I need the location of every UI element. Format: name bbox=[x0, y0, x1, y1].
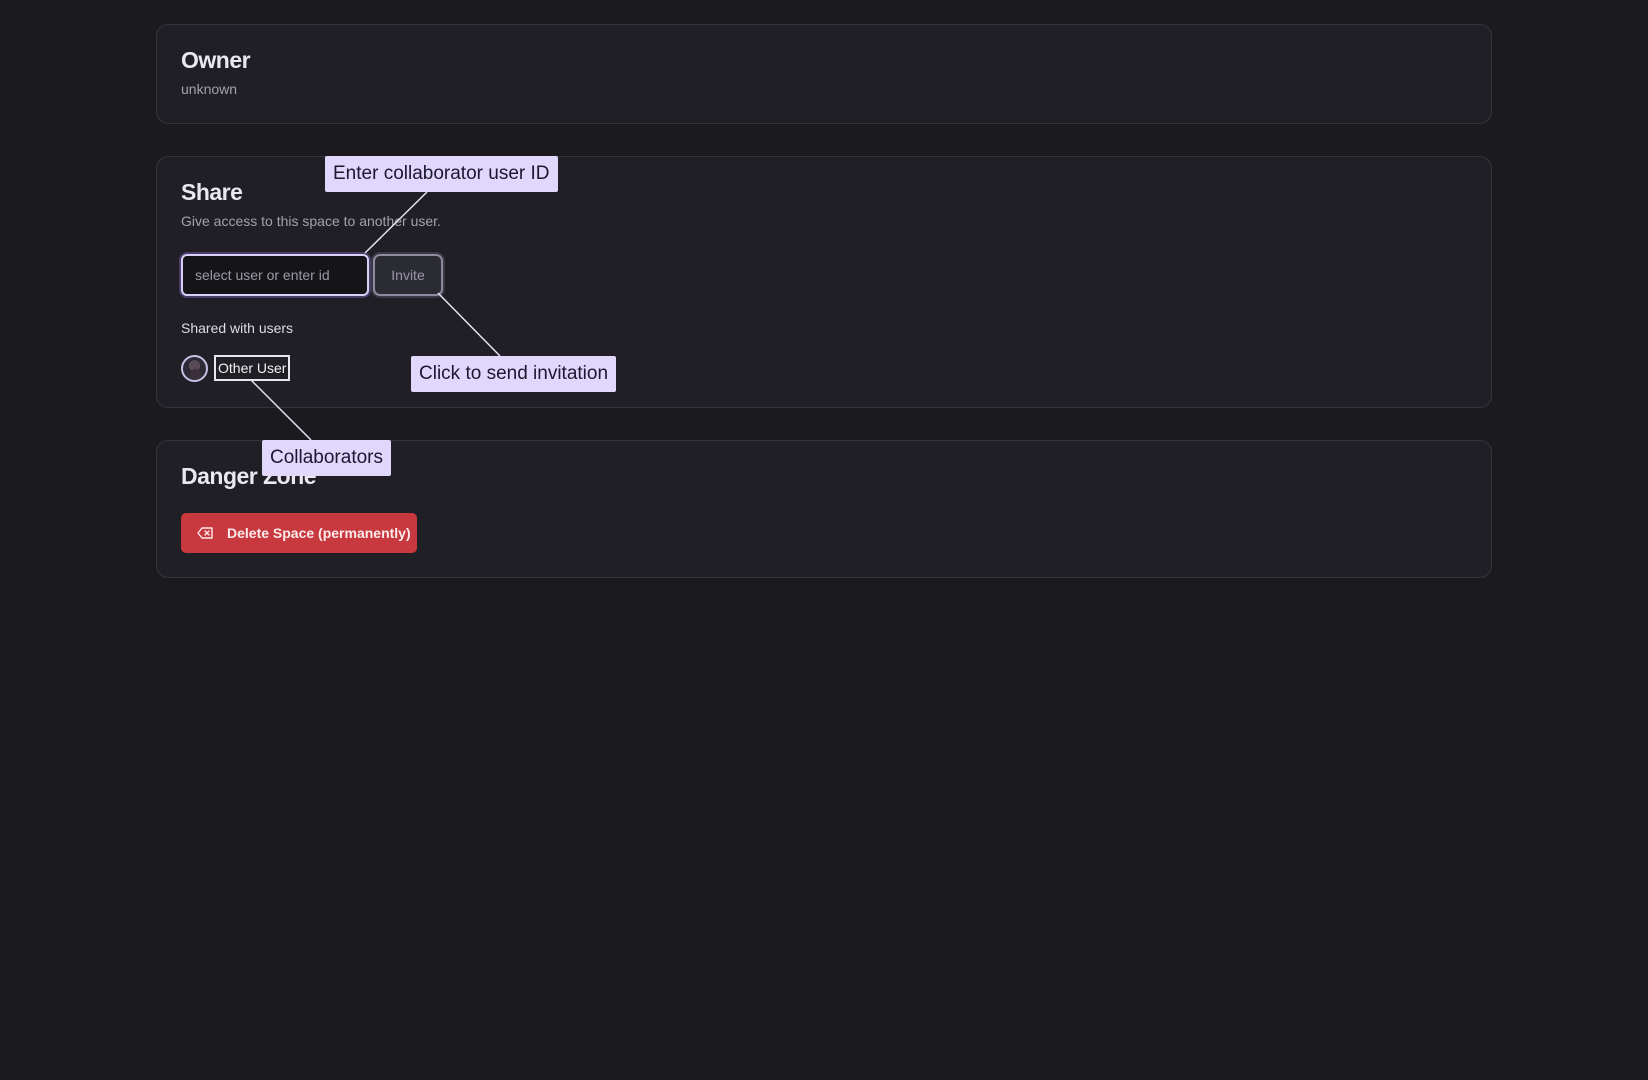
avatar bbox=[181, 355, 208, 382]
collaborator-id-input[interactable] bbox=[181, 254, 369, 296]
owner-title: Owner bbox=[181, 47, 251, 73]
delete-space-label: Delete Space (permanently) bbox=[227, 525, 411, 541]
share-description: Give access to this space to another use… bbox=[181, 213, 441, 229]
shared-user-name[interactable]: Other User bbox=[214, 355, 291, 381]
share-title: Share bbox=[181, 179, 243, 205]
annotation-users: Collaborators bbox=[262, 440, 391, 476]
annotation-invite: Click to send invitation bbox=[411, 356, 617, 392]
backspace-icon bbox=[197, 527, 213, 539]
share-card: Share Give access to this space to anoth… bbox=[156, 156, 1492, 408]
invite-button[interactable]: Invite bbox=[373, 254, 443, 296]
delete-space-button[interactable]: Delete Space (permanently) bbox=[181, 513, 417, 553]
annotation-input: Enter collaborator user ID bbox=[325, 156, 558, 192]
page: Owner unknown Share Give access to this … bbox=[0, 0, 1648, 1080]
owner-card: Owner unknown bbox=[156, 24, 1492, 124]
shared-with-users-heading: Shared with users bbox=[181, 320, 294, 336]
owner-value: unknown bbox=[181, 81, 238, 97]
